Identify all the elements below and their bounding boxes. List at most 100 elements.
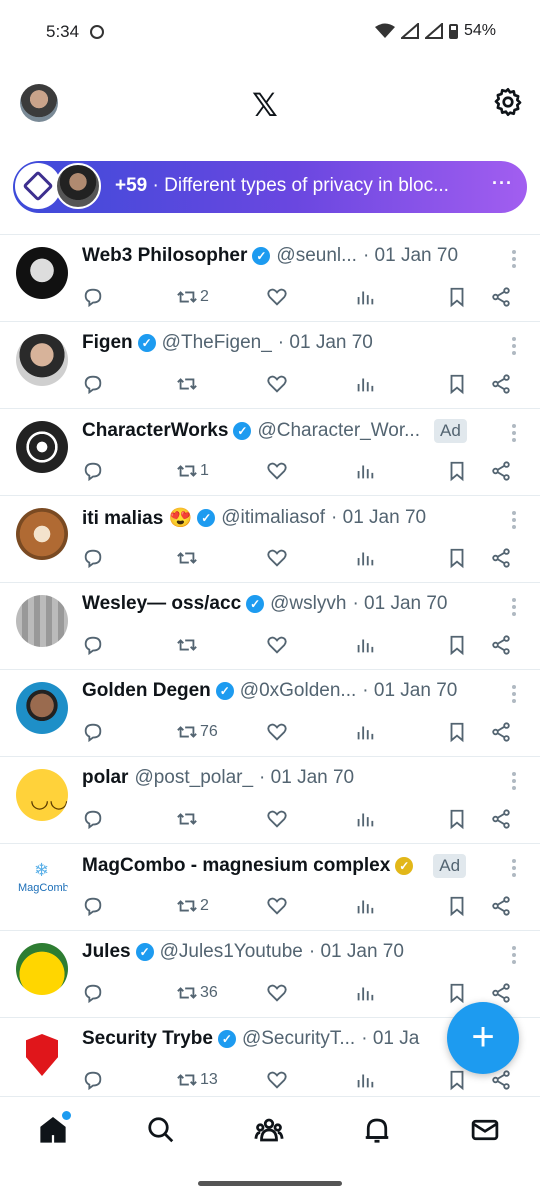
reply-icon[interactable] xyxy=(82,720,104,744)
tweet-more-icon[interactable] xyxy=(512,508,518,532)
share-icon[interactable] xyxy=(490,981,512,1005)
share-icon[interactable] xyxy=(490,807,512,831)
communities-icon[interactable] xyxy=(254,1115,286,1147)
retweet-button[interactable]: 36 xyxy=(176,981,218,1005)
bookmark-icon[interactable] xyxy=(446,372,468,396)
tweet-more-icon[interactable] xyxy=(512,247,518,271)
share-icon[interactable] xyxy=(490,372,512,396)
author-avatar[interactable] xyxy=(16,421,68,473)
reply-icon[interactable] xyxy=(82,1068,104,1092)
tweet-row[interactable]: ◡◡ polar @post_polar_ · 01 Jan 70 xyxy=(0,756,540,843)
x-logo-icon[interactable]: 𝕏 xyxy=(252,86,278,124)
profile-avatar[interactable] xyxy=(20,84,58,122)
like-heart-icon[interactable] xyxy=(266,807,288,831)
views-chart-icon[interactable] xyxy=(354,633,376,657)
reply-icon[interactable] xyxy=(82,981,104,1005)
like-heart-icon[interactable] xyxy=(266,633,288,657)
retweet-button[interactable]: 76 xyxy=(176,720,218,744)
retweet-button[interactable] xyxy=(176,633,200,657)
author-name[interactable]: Golden Degen xyxy=(82,680,211,702)
tweet-row[interactable]: Figen ✓ @TheFigen_ · 01 Jan 70 xyxy=(0,321,540,408)
like-heart-icon[interactable] xyxy=(266,546,288,570)
views-chart-icon[interactable] xyxy=(354,285,376,309)
bookmark-icon[interactable] xyxy=(446,1068,468,1092)
tweet-more-icon[interactable] xyxy=(512,856,518,880)
share-icon[interactable] xyxy=(490,720,512,744)
bookmark-icon[interactable] xyxy=(446,894,468,918)
author-name[interactable]: MagCombo - magnesium complex xyxy=(82,855,390,877)
author-name[interactable]: Security Trybe xyxy=(82,1028,213,1050)
author-name[interactable]: polar xyxy=(82,767,128,789)
views-chart-icon[interactable] xyxy=(354,546,376,570)
like-heart-icon[interactable] xyxy=(266,285,288,309)
author-avatar[interactable] xyxy=(16,943,68,995)
space-more-icon[interactable]: ··· xyxy=(492,173,513,194)
author-name[interactable]: Wesley— oss/acc xyxy=(82,593,241,615)
reply-icon[interactable] xyxy=(82,459,104,483)
bookmark-icon[interactable] xyxy=(446,720,468,744)
author-avatar[interactable] xyxy=(16,508,68,560)
like-heart-icon[interactable] xyxy=(266,1068,288,1092)
views-chart-icon[interactable] xyxy=(354,1068,376,1092)
messages-mail-icon[interactable] xyxy=(470,1115,502,1147)
author-avatar[interactable] xyxy=(16,1030,68,1082)
tweet-more-icon[interactable] xyxy=(512,682,518,706)
author-avatar[interactable]: MagCombo❄ xyxy=(16,856,68,908)
like-heart-icon[interactable] xyxy=(266,894,288,918)
share-icon[interactable] xyxy=(490,459,512,483)
bookmark-icon[interactable] xyxy=(446,981,468,1005)
tweet-more-icon[interactable] xyxy=(512,943,518,967)
compose-button[interactable]: + xyxy=(447,1002,519,1074)
reply-icon[interactable] xyxy=(82,546,104,570)
share-icon[interactable] xyxy=(490,546,512,570)
retweet-button[interactable] xyxy=(176,807,200,831)
tweet-more-icon[interactable] xyxy=(512,595,518,619)
share-icon[interactable] xyxy=(490,285,512,309)
tweet-row[interactable]: iti malias 😍 ✓ @itimaliasof · 01 Jan 70 xyxy=(0,495,540,582)
author-avatar[interactable] xyxy=(16,595,68,647)
author-name[interactable]: iti malias 😍 xyxy=(82,506,192,530)
retweet-button[interactable]: 2 xyxy=(176,285,209,309)
views-chart-icon[interactable] xyxy=(354,720,376,744)
author-avatar[interactable] xyxy=(16,334,68,386)
tweet-row[interactable]: CharacterWorks ✓ @Character_Wor... Ad 1 xyxy=(0,408,540,495)
tweet-row[interactable]: MagCombo❄ MagCombo - magnesium complex ✓… xyxy=(0,843,540,930)
like-heart-icon[interactable] xyxy=(266,459,288,483)
views-chart-icon[interactable] xyxy=(354,894,376,918)
retweet-button[interactable]: 13 xyxy=(176,1068,218,1092)
tweet-row[interactable]: Wesley— oss/acc ✓ @wslyvh · 01 Jan 70 xyxy=(0,582,540,669)
reply-icon[interactable] xyxy=(82,633,104,657)
like-heart-icon[interactable] xyxy=(266,720,288,744)
author-avatar[interactable] xyxy=(16,682,68,734)
tweet-more-icon[interactable] xyxy=(512,334,518,358)
reply-icon[interactable] xyxy=(82,807,104,831)
views-chart-icon[interactable] xyxy=(354,981,376,1005)
retweet-button[interactable]: 2 xyxy=(176,894,209,918)
reply-icon[interactable] xyxy=(82,285,104,309)
bookmark-icon[interactable] xyxy=(446,546,468,570)
retweet-button[interactable] xyxy=(176,372,200,396)
views-chart-icon[interactable] xyxy=(354,372,376,396)
bookmark-icon[interactable] xyxy=(446,285,468,309)
like-heart-icon[interactable] xyxy=(266,981,288,1005)
gear-icon[interactable] xyxy=(492,86,524,118)
bookmark-icon[interactable] xyxy=(446,807,468,831)
retweet-button[interactable]: 1 xyxy=(176,459,209,483)
reply-icon[interactable] xyxy=(82,894,104,918)
views-chart-icon[interactable] xyxy=(354,807,376,831)
author-avatar[interactable] xyxy=(16,247,68,299)
author-name[interactable]: CharacterWorks xyxy=(82,420,228,442)
bookmark-icon[interactable] xyxy=(446,633,468,657)
bookmark-icon[interactable] xyxy=(446,459,468,483)
tweet-more-icon[interactable] xyxy=(512,769,518,793)
author-name[interactable]: Web3 Philosopher xyxy=(82,245,247,267)
share-icon[interactable] xyxy=(490,633,512,657)
author-name[interactable]: Jules xyxy=(82,941,131,963)
spaces-banner[interactable]: +59 · Different types of privacy in bloc… xyxy=(13,161,527,213)
search-icon[interactable] xyxy=(146,1115,178,1147)
retweet-button[interactable] xyxy=(176,546,200,570)
reply-icon[interactable] xyxy=(82,372,104,396)
notifications-bell-icon[interactable] xyxy=(362,1115,394,1147)
tweet-more-icon[interactable] xyxy=(512,421,518,445)
tweet-row[interactable]: Web3 Philosopher ✓ @seunl... · 01 Jan 70… xyxy=(0,234,540,321)
